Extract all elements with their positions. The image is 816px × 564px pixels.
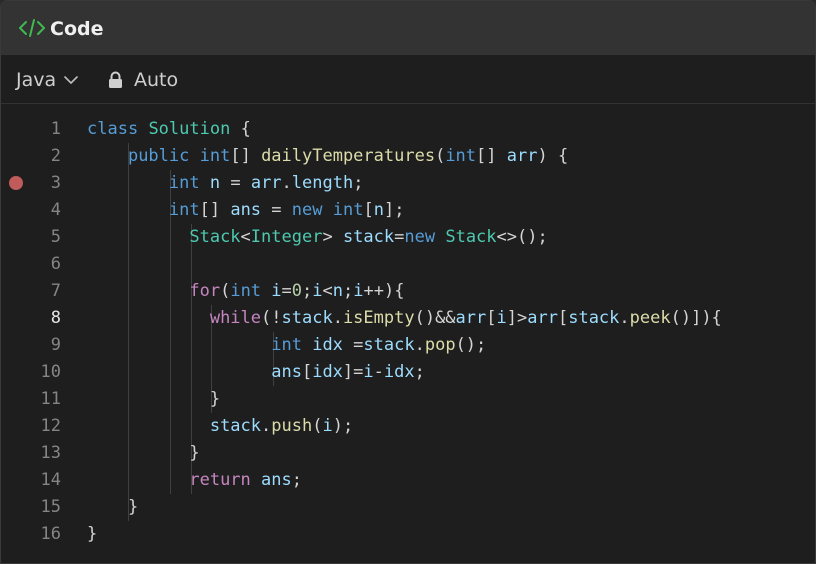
code-line[interactable]: 2 public int[] dailyTemperatures(int[] a… [1,143,815,170]
code-line[interactable]: 11 } [1,386,815,413]
language-dropdown[interactable]: Java [16,68,78,92]
panel-header: Code [1,1,815,55]
code-line[interactable]: 8 while(!stack.isEmpty()&&arr[i]>arr[sta… [1,305,815,332]
mode-label: Auto [134,69,179,91]
code-line[interactable]: 15 } [1,494,815,521]
code-text: for(int i=0;i<n;i++){ [189,281,405,301]
code-panel: Code Java Auto 1 class Solution { 2 public… [0,0,816,564]
code-text: stack.push(i); [209,416,354,436]
code-text: return ans; [189,470,302,490]
line-number: 16 [40,524,61,544]
code-text: } [87,497,139,517]
line-number: 5 [50,227,61,247]
code-text: int idx =stack.pop(); [271,335,487,355]
line-number: 11 [40,389,61,409]
line-number: 4 [50,200,61,220]
code-line[interactable]: 9 int idx =stack.pop(); [1,332,815,359]
code-text: public int[] dailyTemperatures(int[] arr… [127,146,569,166]
line-number: 15 [40,497,61,517]
lock-icon [109,71,122,88]
line-number: 6 [50,254,61,274]
panel-title: Code [50,18,104,40]
chevron-down-icon [64,76,78,84]
line-number: 13 [40,443,61,463]
code-text: int n = arr.length; [168,173,364,193]
code-line[interactable]: 16} [1,521,815,548]
line-number: 14 [40,470,61,490]
code-text: } [87,524,98,544]
code-line[interactable]: 3 int n = arr.length; [1,170,815,197]
code-line[interactable]: 13 } [1,440,815,467]
code-text: while(!stack.isEmpty()&&arr[i]>arr[stack… [209,308,722,328]
code-line[interactable]: 4 int[] ans = new int[n]; [1,197,815,224]
code-text: } [87,389,221,409]
code-text: int[] ans = new int[n]; [168,200,405,220]
line-number: 8 [50,308,61,328]
line-number: 7 [50,281,61,301]
code-line[interactable]: 14 return ans; [1,467,815,494]
code-line[interactable]: 1 class Solution { [1,116,815,143]
code-line[interactable]: 12 stack.push(i); [1,413,815,440]
line-number: 9 [50,335,61,355]
line-number: 1 [50,119,61,139]
line-number: 10 [40,362,61,382]
code-line[interactable]: 5 Stack<Integer> stack=new Stack<>(); [1,224,815,251]
code-line[interactable]: 6 [1,251,815,278]
code-text: } [87,443,200,463]
editor-toolbar: Java Auto [1,55,815,104]
breakpoint-marker[interactable] [9,176,23,190]
line-number: 2 [50,146,61,166]
code-text: ans[idx]=i-idx; [271,362,425,382]
language-label: Java [16,69,57,91]
code-line[interactable]: 7 for(int i=0;i<n;i++){ [1,278,815,305]
code-text: Stack<Integer> stack=new Stack<>(); [189,227,548,247]
code-editor[interactable]: 1 class Solution { 2 public int[] dailyTem… [1,104,815,563]
code-brackets-icon [19,19,45,37]
mode-indicator[interactable]: Auto [108,68,178,92]
code-text: class Solution { [87,119,251,139]
line-number: 12 [40,416,61,436]
code-line[interactable]: 10 ans[idx]=i-idx; [1,359,815,386]
